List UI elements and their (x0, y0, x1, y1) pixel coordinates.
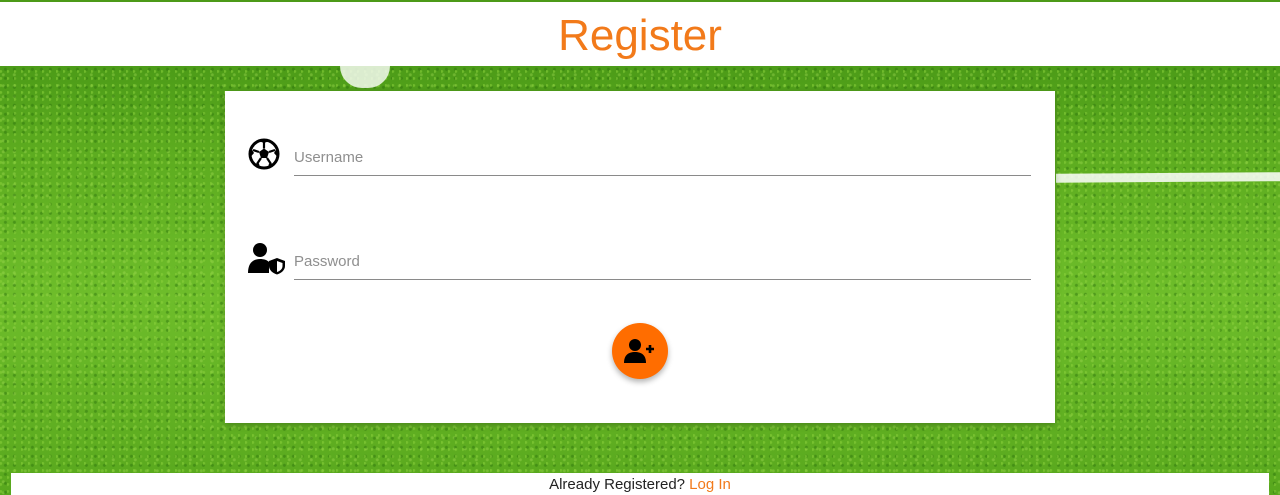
password-row (247, 239, 1031, 283)
login-link[interactable]: Log In (689, 476, 731, 493)
register-card (225, 91, 1055, 423)
username-row (247, 135, 1031, 179)
user-plus-icon (612, 338, 668, 364)
page-footer: Already Registered? Log In (11, 473, 1269, 495)
soccer-ball-icon (247, 137, 281, 171)
page-header: Register (0, 2, 1280, 66)
field-line-marking (1055, 172, 1280, 183)
username-input[interactable] (294, 139, 1031, 176)
password-input[interactable] (294, 243, 1031, 280)
user-shield-icon (247, 241, 285, 275)
page-title: Register (558, 11, 722, 60)
register-button[interactable] (612, 323, 668, 379)
field-line-marking (340, 66, 390, 88)
footer-prompt: Already Registered? (549, 476, 690, 493)
